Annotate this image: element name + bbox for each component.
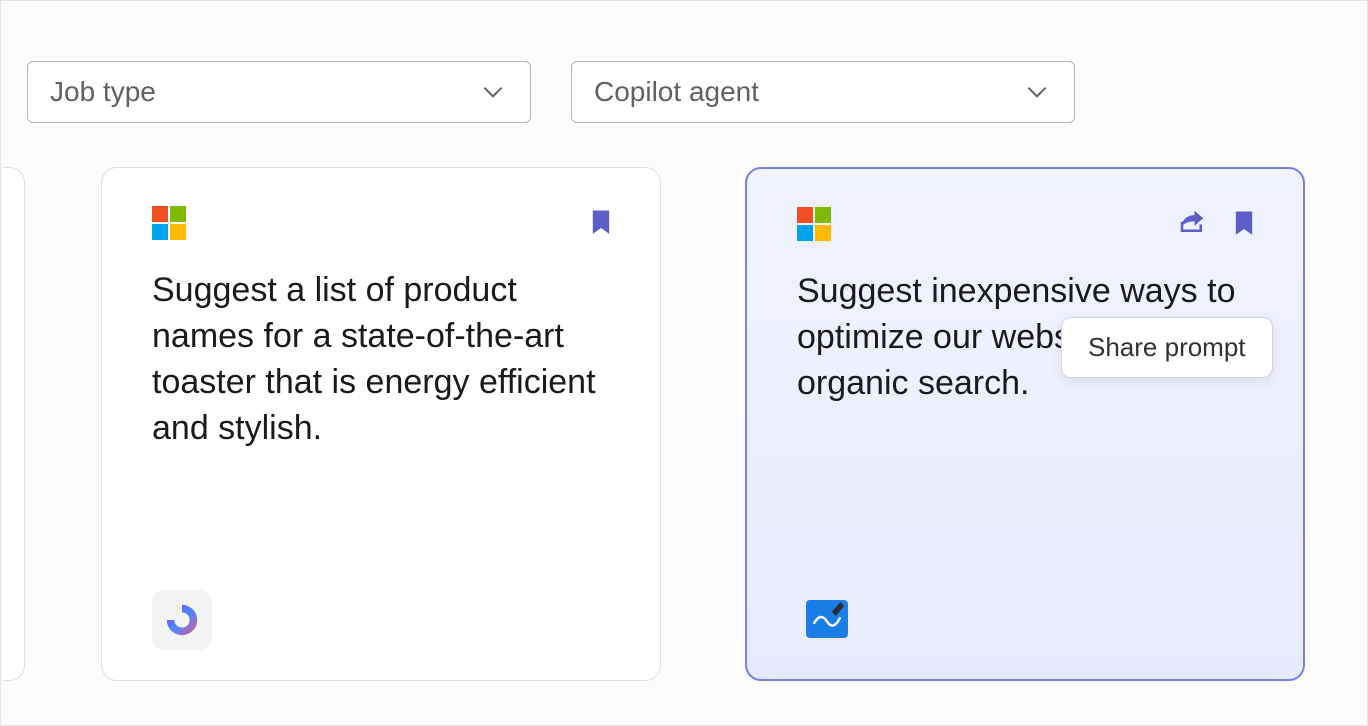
job-type-dropdown[interactable]: Job type bbox=[27, 61, 531, 123]
bookmark-icon[interactable] bbox=[1229, 207, 1259, 237]
card-actions bbox=[586, 206, 616, 236]
card-header bbox=[152, 206, 616, 240]
prompt-card-selected[interactable]: Suggest inexpensive ways to optimize our… bbox=[745, 167, 1305, 681]
whiteboard-icon bbox=[806, 600, 848, 638]
copilot-agent-label: Copilot agent bbox=[594, 76, 759, 108]
card-footer bbox=[797, 589, 1259, 649]
tooltip-text: Share prompt bbox=[1088, 332, 1246, 362]
card-footer bbox=[152, 590, 616, 650]
app-icon-button[interactable] bbox=[152, 590, 212, 650]
prev-card-edge[interactable] bbox=[3, 167, 25, 681]
share-prompt-tooltip: Share prompt bbox=[1061, 317, 1273, 378]
share-icon[interactable] bbox=[1177, 207, 1207, 237]
prompt-cards-row: Share prompt Suggest a list of product n… bbox=[21, 167, 1347, 681]
copilot-agent-dropdown[interactable]: Copilot agent bbox=[571, 61, 1075, 123]
card-header bbox=[797, 207, 1259, 241]
chevron-down-icon bbox=[480, 79, 506, 105]
prompt-card[interactable]: Suggest a list of product names for a st… bbox=[101, 167, 661, 681]
filter-row: Job type Copilot agent bbox=[27, 61, 1347, 123]
microsoft-logo-icon bbox=[152, 206, 186, 240]
microsoft-logo-icon bbox=[797, 207, 831, 241]
prompt-text: Suggest a list of product names for a st… bbox=[152, 268, 616, 590]
card-actions bbox=[1177, 207, 1259, 237]
loop-icon bbox=[163, 601, 201, 639]
app-icon-button[interactable] bbox=[797, 589, 857, 649]
bookmark-icon[interactable] bbox=[586, 206, 616, 236]
chevron-down-icon bbox=[1024, 79, 1050, 105]
job-type-label: Job type bbox=[50, 76, 156, 108]
